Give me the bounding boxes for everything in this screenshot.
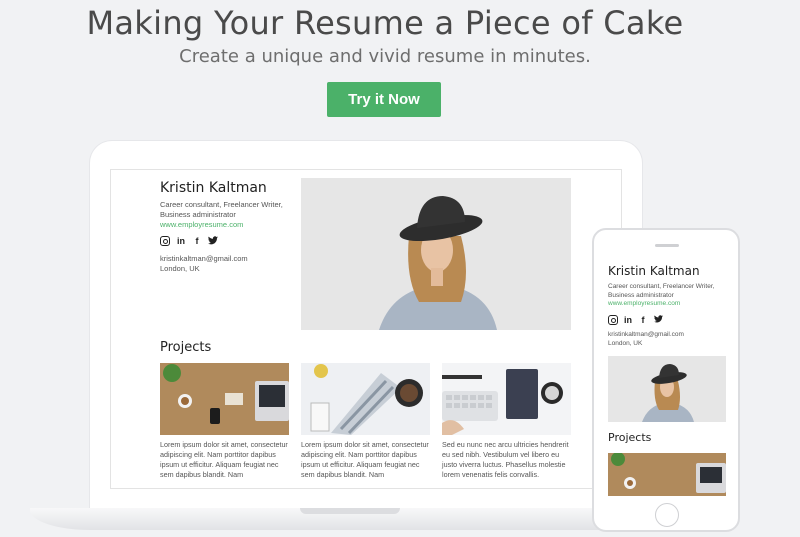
resume-location: London, UK xyxy=(160,264,200,273)
laptop-notch xyxy=(300,508,400,514)
project-description: Lorem ipsum dolor sit amet, consectetur … xyxy=(301,440,429,479)
project-image-desk[interactable] xyxy=(608,453,726,496)
linkedin-icon[interactable]: in xyxy=(623,315,633,325)
instagram-icon[interactable] xyxy=(608,315,618,325)
project-description: Sed eu nunc nec arcu ultricies hendrerit… xyxy=(442,440,569,479)
project-description: Lorem ipsum dolor sit amet, consectetur … xyxy=(160,440,288,479)
twitter-icon[interactable] xyxy=(208,236,218,246)
page-subtitle: Create a unique and vivid resume in minu… xyxy=(179,46,591,67)
phone-home-button xyxy=(655,503,679,527)
resume-email: kristinkaltman@gmail.com xyxy=(608,331,684,338)
facebook-icon[interactable]: f xyxy=(638,315,648,325)
resume-role: Career consultant, Freelancer Writer, Bu… xyxy=(160,200,283,219)
facebook-icon[interactable]: f xyxy=(192,236,202,246)
try-it-now-button[interactable]: Try it Now xyxy=(327,82,441,117)
laptop-screen-resume: Kristin Kaltman Career consultant, Freel… xyxy=(110,169,622,489)
linkedin-icon[interactable]: in xyxy=(176,236,186,246)
profile-photo xyxy=(301,178,571,330)
project-image-desk[interactable] xyxy=(160,363,289,435)
projects-heading: Projects xyxy=(160,340,212,355)
profile-photo xyxy=(608,356,726,422)
project-image-keyboard[interactable] xyxy=(442,363,571,435)
resume-website-link[interactable]: www.employresume.com xyxy=(608,300,680,307)
social-links: in f xyxy=(608,315,663,325)
resume-email: kristinkaltman@gmail.com xyxy=(160,254,248,263)
resume-name: Kristin Kaltman xyxy=(160,180,267,196)
twitter-icon[interactable] xyxy=(653,315,663,325)
resume-website-link[interactable]: www.employresume.com xyxy=(160,220,243,229)
projects-heading: Projects xyxy=(608,431,652,444)
resume-location: London, UK xyxy=(608,340,643,347)
resume-name: Kristin Kaltman xyxy=(608,264,700,278)
page-title: Making Your Resume a Piece of Cake xyxy=(86,4,684,42)
social-links: in f xyxy=(160,236,218,246)
instagram-icon[interactable] xyxy=(160,236,170,246)
resume-role: Career consultant, Freelancer Writer, Bu… xyxy=(608,283,715,299)
project-image-notebook[interactable] xyxy=(301,363,430,435)
phone-speaker xyxy=(655,244,679,247)
phone-screen-resume: Kristin Kaltman Career consultant, Freel… xyxy=(600,256,732,496)
